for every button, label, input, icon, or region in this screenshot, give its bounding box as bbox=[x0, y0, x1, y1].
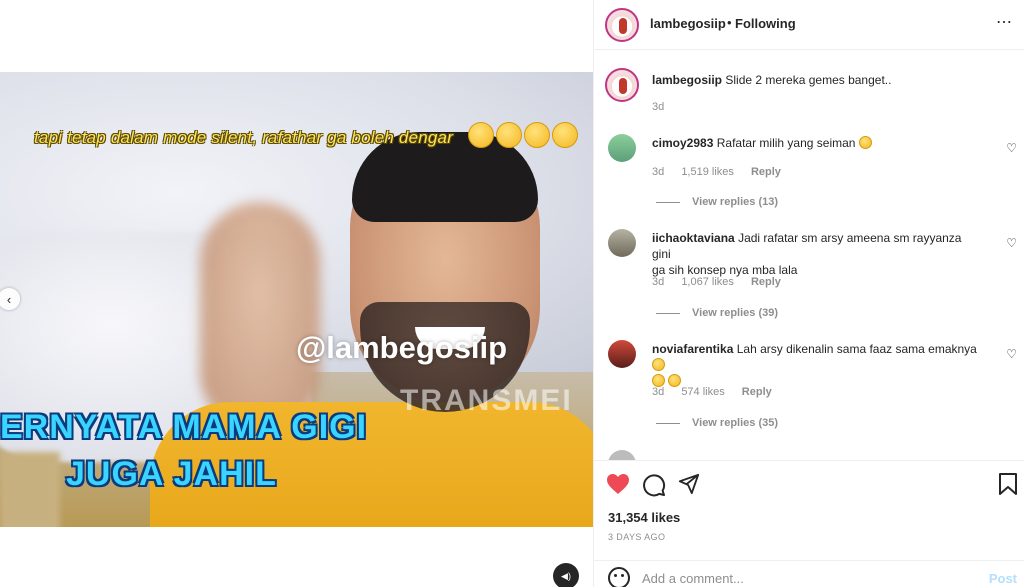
comment-meta: 3d 574 likes Reply bbox=[652, 386, 786, 398]
comment-username[interactable]: iichaoktaviana bbox=[652, 231, 735, 245]
add-comment-bar: Post bbox=[594, 560, 1024, 587]
view-replies-button[interactable]: View replies (13) bbox=[656, 196, 778, 208]
comment-username[interactable]: cimoy2983 bbox=[652, 136, 713, 150]
video-top-caption: tapi tetap dalam mode silent, rafathar g… bbox=[34, 128, 454, 147]
laughing-emoji-icon bbox=[552, 122, 578, 148]
comment-age: 3d bbox=[652, 386, 665, 398]
add-comment-input[interactable] bbox=[642, 571, 972, 586]
post-date: 3 DAYS AGO bbox=[608, 532, 666, 542]
speaker-icon: ◀) bbox=[561, 570, 571, 581]
heart-icon bbox=[607, 474, 629, 494]
following-button[interactable]: Following bbox=[735, 16, 796, 31]
bookmark-icon bbox=[999, 473, 1017, 495]
media-pane: tapi tetap dalam mode silent, rafathar g… bbox=[0, 0, 593, 587]
comment-likes[interactable]: 574 likes bbox=[681, 386, 724, 398]
commenter-avatar[interactable] bbox=[608, 450, 636, 460]
view-replies-button[interactable]: View replies (39) bbox=[656, 307, 778, 319]
separator-dot: • bbox=[727, 15, 732, 30]
comment-text: Rafatar milih yang seiman bbox=[716, 136, 856, 150]
save-button[interactable] bbox=[999, 473, 1017, 499]
video-subtitle-line2: JUGA JAHIL bbox=[66, 455, 277, 493]
comment-text-continued: ga sih konsep nya mba lala bbox=[652, 263, 798, 277]
like-comment-heart-icon[interactable]: ♡ bbox=[1006, 347, 1017, 361]
video-subtitle-line1: ERNYATA MAMA GIGI bbox=[0, 408, 368, 446]
caption-author-avatar[interactable] bbox=[605, 68, 639, 102]
tv-station-logo: TRANSMEI bbox=[400, 384, 573, 417]
caption-emoji-row bbox=[468, 122, 578, 148]
reply-button[interactable]: Reply bbox=[751, 276, 781, 288]
author-avatar[interactable] bbox=[605, 8, 639, 42]
caption-age: 3d bbox=[652, 101, 665, 113]
chevron-left-icon: ‹ bbox=[6, 291, 12, 307]
comment-age: 3d bbox=[652, 276, 665, 288]
comment-item: cimoy2983 Rafatar milih yang seiman bbox=[652, 135, 872, 151]
comment-likes[interactable]: 1,067 likes bbox=[681, 276, 734, 288]
comment-likes[interactable]: 1,519 likes bbox=[681, 166, 734, 178]
blurred-object bbox=[0, 452, 60, 527]
post-caption: lambegosiip Slide 2 mereka gemes banget.… bbox=[652, 72, 891, 88]
share-icon bbox=[678, 473, 700, 495]
commenter-avatar[interactable] bbox=[608, 340, 636, 368]
more-options-icon[interactable]: ⋯ bbox=[996, 12, 1013, 32]
hand bbox=[200, 202, 320, 432]
comment-item: noviafarentika Lah arsy dikenalin sama f… bbox=[652, 341, 992, 389]
comment-meta: 3d 1,519 likes Reply bbox=[652, 166, 795, 178]
view-replies-button[interactable]: View replies (35) bbox=[656, 417, 778, 429]
audio-toggle-button[interactable]: ◀) bbox=[553, 563, 579, 587]
post-comment-button[interactable]: Post bbox=[989, 571, 1017, 586]
comment-username[interactable]: noviafarentika bbox=[652, 342, 733, 356]
crying-emoji-icon bbox=[524, 122, 550, 148]
reply-button[interactable]: Reply bbox=[742, 386, 772, 398]
video-watermark: @lambegosiip bbox=[296, 330, 508, 365]
like-comment-heart-icon[interactable]: ♡ bbox=[1006, 141, 1017, 155]
comment-meta: 3d 1,067 likes Reply bbox=[652, 276, 795, 288]
crying-emoji-icon bbox=[468, 122, 494, 148]
rofl-emoji-icon bbox=[652, 358, 665, 371]
reply-button[interactable]: Reply bbox=[751, 166, 781, 178]
author-username[interactable]: lambegosiip bbox=[650, 16, 726, 31]
like-button[interactable] bbox=[606, 473, 630, 499]
grinning-emoji-icon bbox=[858, 136, 872, 149]
comment-item: iichaoktaviana Jadi rafatar sm arsy amee… bbox=[652, 230, 982, 278]
comments-list[interactable]: lambegosiip Slide 2 mereka gemes banget.… bbox=[594, 51, 1024, 460]
post-side-panel: lambegosiip • Following ⋯ lambegosiip Sl… bbox=[593, 0, 1024, 587]
comment-text: Lah arsy dikenalin sama faaz sama emakny… bbox=[736, 342, 977, 356]
share-button[interactable] bbox=[678, 473, 700, 499]
instagram-post-view: tapi tetap dalam mode silent, rafathar g… bbox=[0, 0, 1024, 587]
commenter-avatar[interactable] bbox=[608, 134, 636, 162]
emoji-picker-icon[interactable] bbox=[608, 567, 630, 587]
comment-age: 3d bbox=[652, 166, 665, 178]
like-comment-heart-icon[interactable]: ♡ bbox=[1006, 236, 1017, 250]
comment-icon bbox=[643, 474, 666, 497]
caption-text: Slide 2 mereka gemes banget.. bbox=[725, 73, 892, 87]
post-header: lambegosiip • Following ⋯ bbox=[594, 0, 1024, 50]
commenter-avatar[interactable] bbox=[608, 229, 636, 257]
comment-button[interactable] bbox=[642, 473, 666, 501]
like-count[interactable]: 31,354 likes bbox=[608, 510, 680, 525]
caption-username[interactable]: lambegosiip bbox=[652, 73, 722, 87]
post-actions: 31,354 likes 3 DAYS AGO bbox=[594, 460, 1024, 555]
hush-emoji-icon bbox=[496, 122, 522, 148]
